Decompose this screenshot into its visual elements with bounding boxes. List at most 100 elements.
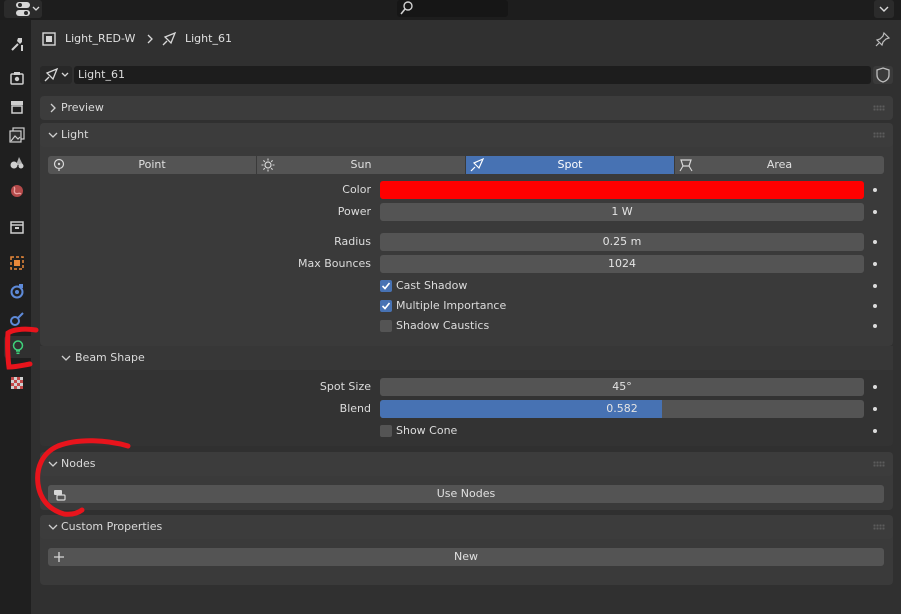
blend-slider[interactable]: 0.582 — [380, 400, 864, 418]
cast-shadow-checkbox[interactable] — [380, 280, 392, 292]
color-label: Color — [342, 183, 371, 196]
radius-label: Radius — [334, 235, 371, 248]
drag-grip-icon[interactable] — [873, 524, 885, 530]
panel-preview-header[interactable]: Preview — [40, 96, 893, 120]
keyframe-dot[interactable] — [873, 407, 877, 411]
checkmark-icon — [381, 302, 391, 310]
light-type-point-label: Point — [138, 158, 166, 171]
show-cone-checkbox[interactable] — [380, 425, 392, 437]
tab-world[interactable] — [6, 180, 28, 202]
editor-type-icon — [16, 2, 40, 16]
breadcrumb-light-name: Light_61 — [185, 32, 232, 45]
color-swatch[interactable] — [380, 181, 864, 199]
keyframe-dot[interactable] — [873, 429, 877, 433]
search-input[interactable] — [397, 0, 508, 17]
breadcrumb-object-name: Light_RED-W — [65, 32, 136, 45]
light-data-icon — [12, 340, 23, 355]
tab-scene[interactable] — [6, 151, 28, 173]
modifier-icon — [10, 284, 24, 299]
panel-custom-properties-header[interactable]: Custom Properties — [40, 515, 893, 539]
light-type-area-label: Area — [766, 158, 793, 171]
shield-icon — [876, 67, 890, 83]
keyframe-dot[interactable] — [873, 262, 877, 266]
show-cone-label: Show Cone — [396, 424, 458, 437]
options-dropdown-button[interactable] — [874, 0, 894, 18]
light-type-point[interactable]: Point — [48, 156, 256, 174]
area-light-icon — [679, 159, 693, 172]
spot-light-icon — [44, 67, 69, 82]
light-type-spot[interactable]: Spot — [466, 156, 674, 174]
output-icon — [11, 101, 23, 114]
power-label: Power — [337, 205, 371, 218]
breadcrumb-chevron-icon — [145, 33, 155, 45]
drag-grip-icon[interactable] — [873, 105, 885, 111]
spot-size-value: 45° — [612, 380, 632, 393]
spot-size-label: Spot Size — [319, 380, 371, 393]
scene-icon — [10, 157, 24, 169]
render-icon — [10, 72, 24, 85]
tab-render[interactable] — [6, 67, 28, 89]
tab-texture[interactable] — [6, 372, 28, 394]
tab-collection[interactable] — [6, 216, 28, 238]
tool-icon — [11, 38, 23, 51]
tab-view-layer[interactable] — [6, 124, 28, 146]
max-bounces-field[interactable]: 1024 — [380, 255, 864, 273]
tab-light-data[interactable] — [4, 336, 31, 358]
datablock-name-text: Light_61 — [78, 68, 125, 81]
keyframe-dot[interactable] — [873, 304, 877, 308]
subpanel-beam-shape-header[interactable]: Beam Shape — [40, 346, 893, 370]
panel-nodes-header[interactable]: Nodes — [40, 452, 893, 476]
sun-light-icon — [261, 158, 275, 172]
power-field[interactable]: 1 W — [380, 203, 864, 221]
pin-icon[interactable] — [875, 31, 891, 47]
cast-shadow-label: Cast Shadow — [396, 279, 468, 292]
world-icon — [11, 185, 23, 197]
checkmark-icon — [381, 282, 391, 290]
keyframe-dot[interactable] — [873, 284, 877, 288]
tab-modifiers[interactable] — [6, 280, 28, 302]
blend-value: 0.582 — [606, 402, 638, 415]
spot-size-field[interactable]: 45° — [380, 378, 864, 396]
chevron-down-icon — [48, 461, 58, 467]
drag-grip-icon[interactable] — [873, 461, 885, 467]
chevron-down-icon — [48, 524, 58, 530]
tab-tool[interactable] — [6, 33, 28, 55]
keyframe-dot[interactable] — [873, 324, 877, 328]
plus-icon — [54, 552, 64, 562]
keyframe-dot[interactable] — [873, 385, 877, 389]
light-type-sun[interactable]: Sun — [257, 156, 465, 174]
keyframe-dot[interactable] — [873, 188, 877, 192]
tab-object[interactable] — [6, 252, 28, 274]
texture-icon — [11, 377, 23, 389]
light-type-spot-label: Spot — [557, 158, 583, 171]
multiple-importance-checkbox[interactable] — [380, 300, 392, 312]
subpanel-beam-shape-title: Beam Shape — [75, 351, 145, 364]
fake-user-button[interactable] — [873, 66, 893, 84]
panel-nodes-title: Nodes — [61, 457, 96, 470]
chevron-down-icon — [61, 355, 71, 361]
shadow-caustics-checkbox[interactable] — [380, 320, 392, 332]
keyframe-dot[interactable] — [873, 210, 877, 214]
panel-light-header[interactable]: Light — [40, 123, 893, 147]
light-type-area[interactable]: Area — [675, 156, 884, 174]
view-layer-icon — [9, 127, 25, 143]
use-nodes-button[interactable]: Use Nodes — [48, 485, 884, 503]
drag-grip-icon[interactable] — [873, 132, 885, 138]
search-icon — [400, 1, 413, 15]
tab-output[interactable] — [6, 96, 28, 118]
panel-light-title: Light — [61, 128, 89, 141]
radius-field[interactable]: 0.25 m — [380, 233, 864, 251]
spot-light-icon — [470, 158, 484, 172]
chevron-down-icon — [879, 6, 889, 12]
panel-custom-properties-title: Custom Properties — [61, 520, 163, 533]
editor-type-button[interactable] — [4, 0, 42, 18]
tab-physics[interactable] — [6, 308, 28, 330]
physics-icon — [10, 312, 24, 326]
keyframe-dot[interactable] — [873, 240, 877, 244]
chevron-down-icon — [48, 132, 58, 138]
new-property-button[interactable]: New — [48, 548, 884, 566]
datablock-browse-button[interactable] — [40, 66, 72, 84]
panel-preview-title: Preview — [61, 101, 104, 114]
datablock-name-field[interactable]: Light_61 — [74, 66, 871, 84]
object-icon — [10, 256, 24, 270]
